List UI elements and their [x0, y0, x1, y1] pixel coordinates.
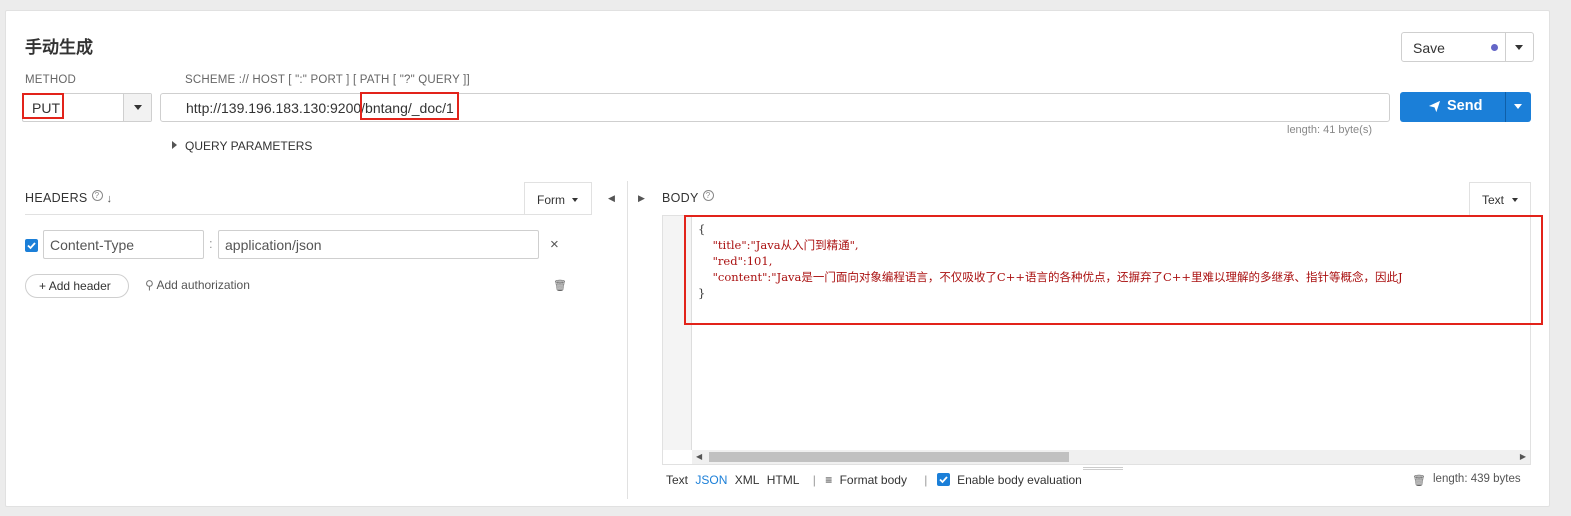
panel-divider — [627, 181, 628, 499]
format-body-label: Format body — [840, 473, 907, 487]
headers-mode-select[interactable]: Form — [524, 182, 592, 215]
chevron-down-icon — [572, 198, 578, 202]
sort-icon[interactable]: ↓⃵ — [107, 193, 113, 205]
method-dropdown-button[interactable] — [124, 94, 151, 121]
format-icon: ≡ — [825, 473, 835, 487]
query-parameters-toggle[interactable]: QUERY PARAMETERS — [172, 139, 312, 153]
chevron-down-icon — [134, 105, 142, 110]
help-icon[interactable]: ? — [703, 190, 714, 201]
clear-body-icon[interactable]: 🗑 — [1412, 474, 1426, 487]
page-title: 手动生成 — [25, 33, 93, 58]
expand-icon — [172, 141, 177, 149]
unsaved-dot-icon — [1491, 44, 1498, 51]
save-label: Save — [1413, 40, 1445, 56]
format-body-button[interactable]: ≡ Format body — [825, 473, 911, 487]
format-xml[interactable]: XML — [735, 473, 760, 487]
send-button[interactable]: Send — [1400, 92, 1531, 122]
separator: | — [813, 473, 816, 487]
body-label: BODY — [662, 191, 699, 205]
headers-divider — [25, 214, 592, 215]
body-highlight — [684, 215, 1543, 325]
plus-icon: + — [39, 279, 49, 293]
headers-heading: HEADERS? ↓⃵ — [25, 190, 113, 205]
body-mode-select[interactable]: Text — [1469, 182, 1531, 215]
scroll-left-icon[interactable]: ◀ — [696, 452, 702, 461]
separator: | — [924, 473, 927, 487]
method-highlight — [22, 93, 64, 119]
path-highlight — [360, 92, 459, 120]
format-text[interactable]: Text — [666, 473, 688, 487]
send-label: Send — [1447, 98, 1482, 114]
check-icon — [937, 473, 950, 486]
add-header-label: Add header — [49, 279, 111, 293]
send-dropdown-icon[interactable] — [1514, 104, 1522, 109]
header-colon: : — [209, 236, 213, 251]
horizontal-scrollbar[interactable]: ◀ ▶ — [692, 450, 1530, 464]
method-label: METHOD — [25, 74, 76, 86]
header-name: Content-Type — [50, 237, 134, 253]
scrollbar-thumb[interactable] — [709, 452, 1069, 462]
chevron-down-icon — [1512, 198, 1518, 202]
url-length: length: 41 byte(s) — [1287, 124, 1372, 136]
format-json[interactable]: JSON — [695, 473, 727, 487]
collapse-right-icon[interactable]: ▶ — [638, 193, 645, 204]
key-icon: ⚲ — [145, 278, 156, 292]
collapse-left-icon[interactable]: ◀ — [608, 193, 615, 204]
add-header-button[interactable]: + Add header — [25, 274, 129, 298]
save-dropdown-icon[interactable] — [1515, 45, 1523, 50]
add-authorization-link[interactable]: ⚲ Add authorization — [145, 278, 250, 292]
header-value-input[interactable]: application/json — [218, 230, 539, 259]
header-value: application/json — [225, 237, 322, 253]
header-enabled-checkbox[interactable] — [25, 239, 38, 252]
delete-headers-icon[interactable]: 🗑 — [553, 279, 567, 292]
query-parameters-label: QUERY PARAMETERS — [185, 139, 312, 153]
enable-eval-label: Enable body evaluation — [957, 473, 1082, 487]
remove-header-icon[interactable]: × — [550, 236, 559, 253]
headers-label: HEADERS — [25, 191, 88, 205]
save-button[interactable]: Save — [1401, 32, 1534, 62]
check-icon — [25, 239, 38, 252]
body-length: length: 439 bytes — [1433, 473, 1521, 485]
send-divider — [1505, 92, 1506, 122]
body-heading: BODY? — [662, 190, 714, 205]
url-hint: SCHEME :// HOST [ ":" PORT ] [ PATH [ "?… — [185, 74, 470, 86]
headers-mode-label: Form — [537, 193, 565, 207]
format-html[interactable]: HTML — [767, 473, 800, 487]
add-authorization-label: Add authorization — [156, 278, 249, 292]
resize-grip-icon[interactable] — [1083, 467, 1123, 470]
body-mode-label: Text — [1482, 193, 1504, 207]
send-icon — [1428, 100, 1441, 113]
save-divider — [1505, 33, 1506, 61]
enable-eval-checkbox[interactable] — [937, 473, 950, 486]
header-name-input[interactable]: Content-Type — [43, 230, 204, 259]
request-panel: 手动生成 Save METHOD SCHEME :// HOST [ ":" P… — [5, 10, 1550, 507]
url-input[interactable]: http://139.196.183.130:9200/bntang/_doc/… — [160, 93, 1390, 122]
help-icon[interactable]: ? — [92, 190, 103, 201]
scroll-right-icon[interactable]: ▶ — [1520, 452, 1526, 461]
body-format-bar: Text JSON XML HTML | ≡ Format body | Ena… — [666, 473, 1086, 487]
